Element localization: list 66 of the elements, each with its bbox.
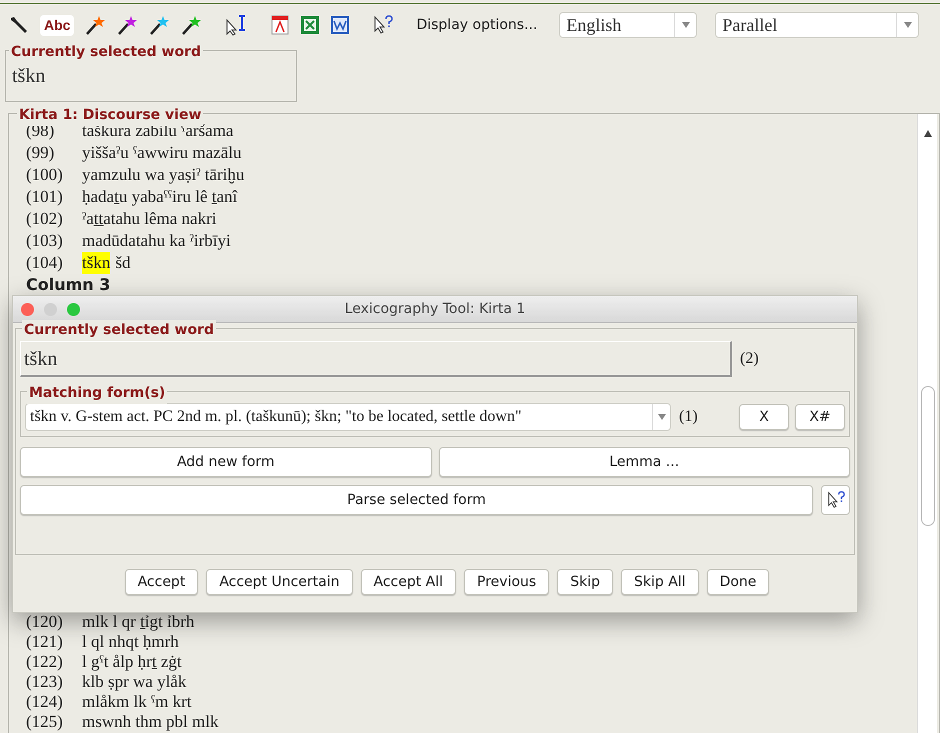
line-text: ḥadaṯu yabaˤˤiru lê ṯanî <box>82 186 238 208</box>
parse-button[interactable]: Parse selected form <box>20 485 813 515</box>
help-cursor-icon[interactable] <box>372 14 394 36</box>
clear-button[interactable]: X <box>739 404 789 430</box>
dropdown-caret-icon <box>904 22 912 28</box>
word-count: (2) <box>740 349 759 369</box>
action-button[interactable]: Done <box>706 569 770 595</box>
matching-form-select[interactable]: tškn v. G-stem act. PC 2nd m. pl. (taškunū); škn; "to be located, settle down" <box>25 403 671 431</box>
line-number: (122) <box>26 652 64 672</box>
line-number: (103) <box>26 230 64 252</box>
action-button[interactable]: Accept All <box>360 569 456 595</box>
form-count: (1) <box>679 407 698 427</box>
line-number: (100) <box>26 164 64 186</box>
line-text: klb ṣpr wa ylåk <box>82 672 186 692</box>
action-button[interactable]: Accept Uncertain <box>206 569 352 595</box>
magic-wand-icon[interactable] <box>84 14 106 36</box>
line-text: l gˤt ålp ḥrṯ zġt <box>82 652 182 672</box>
line-text: madūdatahu ka ˀirbīyi <box>82 230 231 252</box>
scroll-thumb[interactable] <box>920 386 934 526</box>
line-text: mlåkm lk ˤm krt <box>82 692 192 712</box>
line-number: (99) <box>26 142 56 164</box>
document-icon[interactable] <box>330 15 350 35</box>
line-text: l ql nhqt ḥmrh <box>82 632 179 652</box>
display-options-button[interactable]: Display options... <box>416 14 538 36</box>
layout-select[interactable]: Parallel <box>715 12 920 38</box>
spreadsheet-icon[interactable] <box>300 15 320 35</box>
add-form-button[interactable]: Add new form <box>20 447 432 477</box>
line-text: šd <box>115 252 130 274</box>
selected-word-text: tškn <box>12 65 46 87</box>
dropdown-caret-icon <box>682 22 690 28</box>
group-title: Matching form(s) <box>27 383 168 404</box>
column-heading: Column 3 <box>26 274 110 296</box>
magic-wand-icon[interactable] <box>148 14 170 36</box>
magic-wand-icon[interactable] <box>180 14 202 36</box>
line-text: yamzulu wa yaṣiˀ tāriḫu <box>82 164 244 186</box>
selected-word-field[interactable]: tškn <box>20 341 732 377</box>
magic-wand-icon[interactable] <box>116 14 138 36</box>
matching-form-text: tškn v. G-stem act. PC 2nd m. pl. (taškunū); škn; "to be located, settle down" <box>29 407 523 427</box>
action-button[interactable]: Previous <box>464 569 550 595</box>
line-number: (102) <box>26 208 64 230</box>
line-text: yiššaˀu ˤawwiru mazālu <box>82 142 242 164</box>
line-number: (125) <box>26 712 64 732</box>
language-select[interactable]: English <box>559 12 698 38</box>
spellcheck-button[interactable]: Abc <box>40 14 74 36</box>
dropdown-caret-icon <box>658 414 666 420</box>
scroll-up-icon[interactable] <box>924 130 932 138</box>
line-number: (124) <box>26 692 64 712</box>
action-button[interactable]: Accept <box>124 569 198 595</box>
action-button[interactable]: Skip <box>557 569 613 595</box>
line-text: ˀaṯṯatahu lêma nakri <box>82 208 216 230</box>
line-number: (121) <box>26 632 64 652</box>
action-button[interactable]: Skip All <box>620 569 699 595</box>
help-button[interactable] <box>821 485 850 515</box>
pdf-icon[interactable] <box>270 14 290 36</box>
line-text: mlk l qr ṯỉgt ỉbrh <box>82 612 194 632</box>
scrollbar[interactable] <box>917 114 937 733</box>
line-number: (101) <box>26 186 64 208</box>
line-number: (120) <box>26 612 64 632</box>
line-number: (123) <box>26 672 64 692</box>
lemma-button[interactable]: Lemma ... <box>438 447 850 477</box>
group-title: Kirta 1: Discourse view <box>17 105 204 126</box>
dialog-title: Lexicography Tool: Kirta 1 <box>344 300 526 318</box>
line-text: mswnh thm pbl mlk <box>82 712 218 732</box>
line-number: (104) <box>26 252 64 274</box>
help-cursor-icon <box>826 490 846 510</box>
clear-button[interactable]: X# <box>795 404 845 430</box>
